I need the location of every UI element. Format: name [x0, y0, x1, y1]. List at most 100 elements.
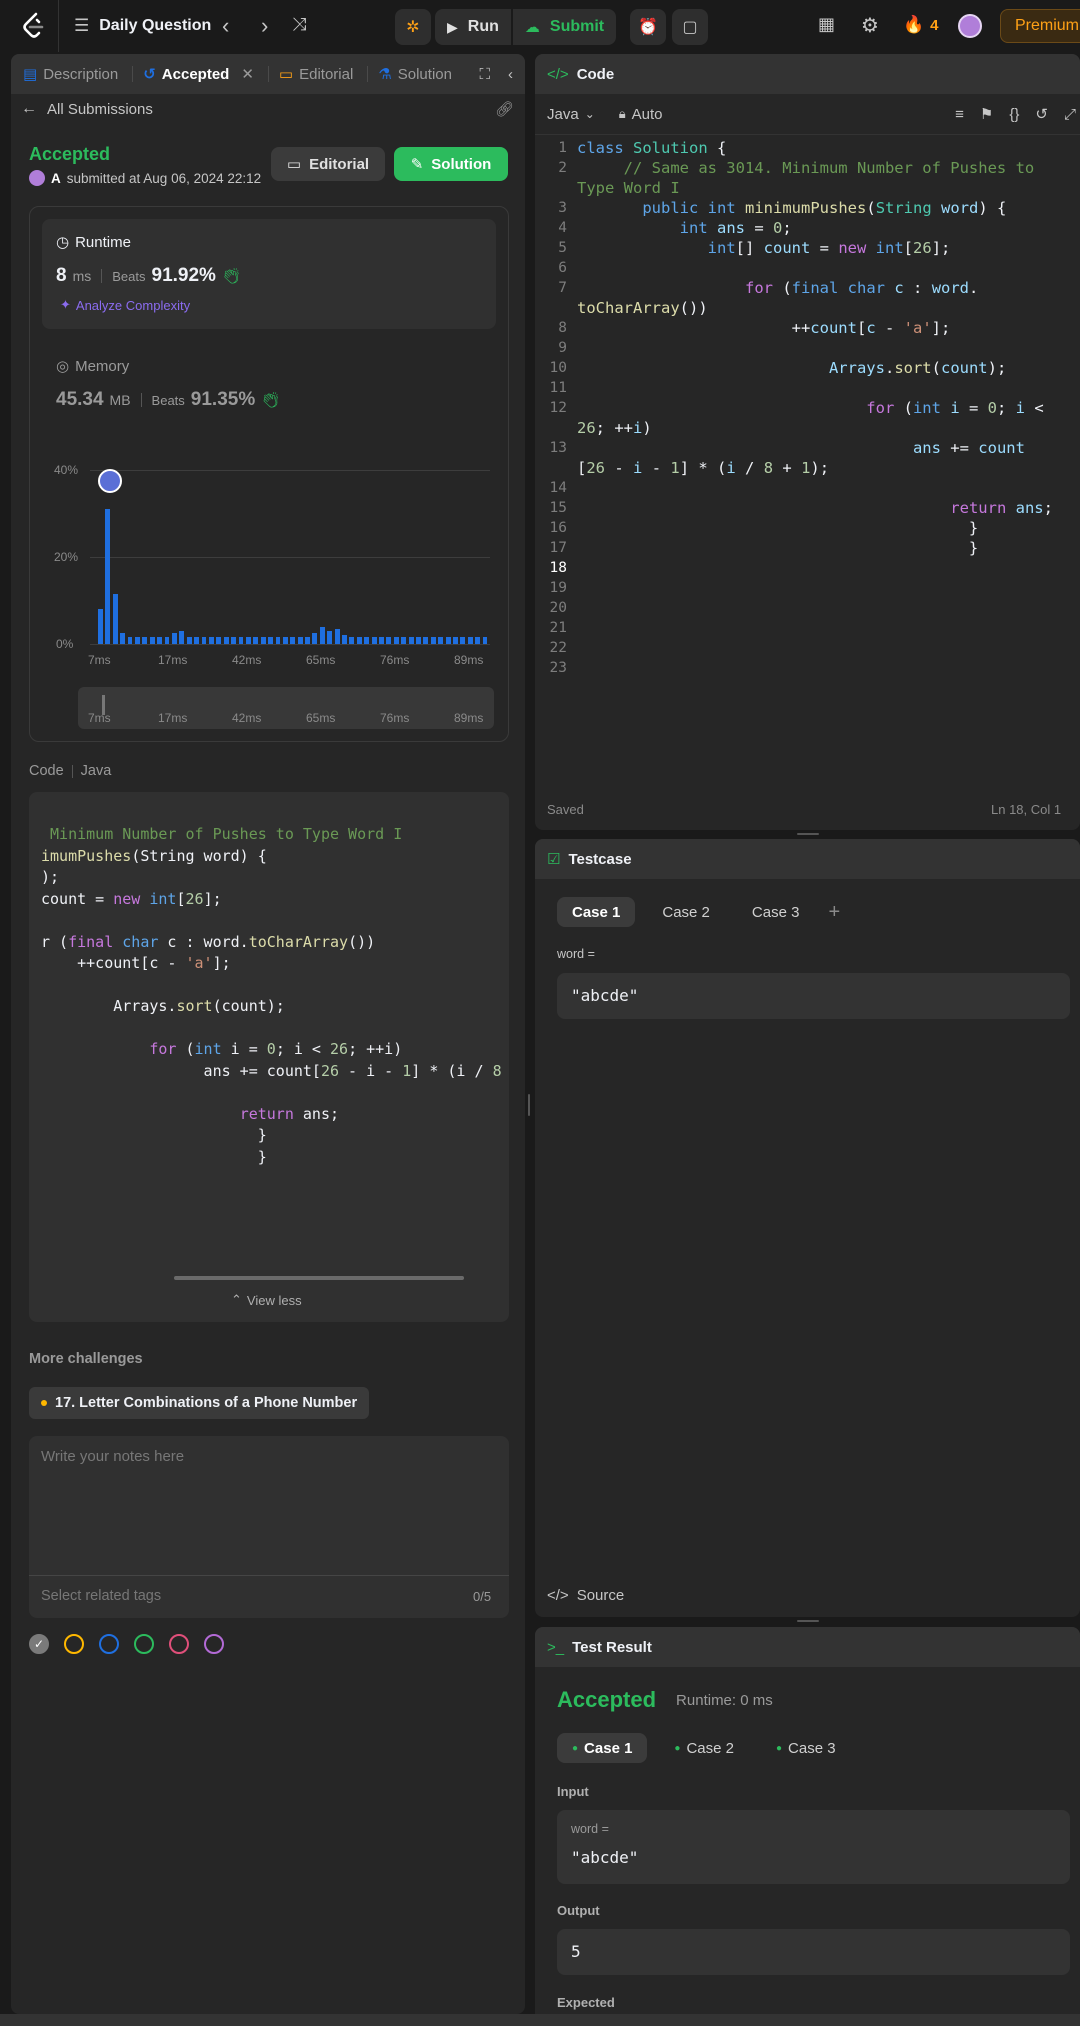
chart-bar[interactable] — [386, 637, 392, 644]
prev-problem-icon[interactable]: ‹ — [222, 13, 229, 39]
chart-bar[interactable] — [334, 628, 340, 644]
chart-bar[interactable] — [164, 637, 170, 644]
notes-input[interactable]: Write your notes here — [41, 1448, 184, 1465]
solution-button[interactable]: ✎ Solution — [394, 147, 508, 181]
collapse-icon[interactable]: ‹ — [508, 66, 513, 83]
run-button[interactable]: ▶ Run — [435, 9, 511, 45]
chart-bar[interactable] — [453, 637, 458, 644]
chart-bar[interactable] — [127, 637, 133, 644]
chart-bar[interactable] — [149, 637, 155, 644]
chart-bar[interactable] — [186, 637, 192, 644]
chart-bar[interactable] — [142, 637, 148, 644]
timer-button[interactable]: ⏰ — [630, 9, 666, 45]
chart-bar[interactable] — [319, 626, 325, 644]
chart-bar[interactable] — [408, 637, 414, 644]
tags-select[interactable]: Select related tags — [41, 1588, 161, 1604]
horizontal-resize-handle[interactable] — [797, 833, 819, 835]
color-purple[interactable] — [204, 1634, 224, 1654]
chart-bar[interactable] — [98, 609, 103, 644]
chart-bar[interactable] — [327, 630, 333, 644]
chart-bar[interactable] — [171, 633, 177, 644]
chart-bar[interactable] — [356, 637, 362, 644]
chart-bar[interactable] — [216, 637, 222, 644]
submit-button[interactable]: ☁ Submit — [513, 9, 616, 45]
maximize-icon[interactable]: ⛶ — [479, 66, 490, 83]
chart-bar[interactable] — [290, 637, 296, 644]
chart-bar[interactable] — [260, 637, 266, 644]
leetcode-logo-icon[interactable] — [20, 12, 46, 44]
chart-bar[interactable] — [475, 637, 481, 644]
user-avatar[interactable] — [29, 170, 45, 186]
tab-case-1[interactable]: Case 1 — [557, 897, 636, 927]
chart-bar[interactable] — [482, 637, 488, 644]
debug-button[interactable]: ✲ — [395, 9, 431, 45]
result-tab-case-1[interactable]: ● Case 1 — [557, 1733, 648, 1763]
your-submission-marker[interactable] — [98, 469, 122, 493]
problem-list-button[interactable]: ☰ Daily Question — [74, 16, 211, 36]
testcase-input[interactable]: "abcde" — [557, 973, 1070, 1019]
view-less-button[interactable]: ⌃ View less — [231, 1292, 302, 1308]
chart-bar[interactable] — [179, 630, 185, 644]
chart-bar[interactable] — [445, 637, 451, 644]
color-green[interactable] — [134, 1634, 154, 1654]
chart-bar[interactable] — [297, 637, 303, 644]
tab-case-2[interactable]: Case 2 — [647, 897, 725, 927]
result-tab-case-2[interactable]: ● Case 2 — [659, 1733, 749, 1763]
tab-description[interactable]: ▤ Description — [23, 65, 118, 84]
chart-bar[interactable] — [223, 637, 229, 644]
expand-icon[interactable]: ⤢ — [1064, 106, 1076, 123]
runtime-card[interactable]: ◷ Runtime 8 ms Beats 91.92% 👏︎ ✦ Analyze… — [42, 219, 496, 329]
chart-bar[interactable] — [342, 635, 347, 644]
chart-bar[interactable] — [120, 633, 126, 644]
tab-case-3[interactable]: Case 3 — [737, 897, 815, 927]
add-case-icon[interactable]: + — [828, 901, 840, 924]
avatar[interactable] — [958, 14, 982, 38]
premium-button[interactable]: Premium — [1000, 9, 1080, 43]
chart-bar[interactable] — [201, 637, 207, 644]
submitted-code-block[interactable]: Minimum Number of Pushes to Type Word I i… — [29, 792, 509, 1322]
chart-bar[interactable] — [393, 637, 399, 644]
auto-mode-toggle[interactable]: 🔒︎ Auto — [619, 106, 663, 123]
chart-bar[interactable] — [349, 637, 355, 644]
color-gray-selected[interactable]: ✓ — [29, 1634, 49, 1654]
streak-counter[interactable]: 🔥 4 — [903, 15, 939, 35]
horizontal-resize-handle[interactable] — [797, 1620, 819, 1622]
bar-area[interactable] — [98, 470, 490, 644]
language-select[interactable]: Java ⌄ — [547, 106, 595, 123]
vertical-resize-handle[interactable] — [528, 1094, 530, 1116]
chart-bar[interactable] — [245, 637, 251, 644]
code-editor[interactable]: 1 class Solution { 2 // Same as 3014. Min… — [535, 138, 1080, 678]
color-yellow[interactable] — [64, 1634, 84, 1654]
analyze-complexity-link[interactable]: ✦ Analyze Complexity — [60, 297, 190, 313]
chart-bar[interactable] — [208, 637, 214, 644]
chart-bar[interactable] — [416, 637, 421, 644]
chart-bar[interactable] — [401, 637, 407, 644]
chart-bar[interactable] — [105, 509, 111, 644]
notes-button[interactable]: ▢ — [672, 9, 708, 45]
source-link[interactable]: </> Source — [547, 1587, 624, 1604]
gear-icon[interactable]: ⚙ — [861, 13, 879, 38]
shuffle-icon[interactable]: ⤨ — [292, 14, 306, 35]
chart-bar[interactable] — [112, 593, 118, 644]
chart-bar[interactable] — [282, 637, 288, 644]
chart-bar[interactable] — [157, 637, 163, 644]
reset-icon[interactable]: ↺ — [1035, 105, 1048, 123]
chart-bar[interactable] — [238, 637, 244, 644]
chart-bar[interactable] — [253, 637, 259, 644]
bookmark-icon[interactable]: ⚑ — [980, 105, 993, 123]
chart-bar[interactable] — [423, 637, 429, 644]
user-name[interactable]: A — [51, 171, 61, 186]
color-pink[interactable] — [169, 1634, 189, 1654]
chart-bar[interactable] — [379, 637, 384, 644]
horizontal-scrollbar[interactable] — [174, 1276, 464, 1280]
chart-bar[interactable] — [305, 637, 310, 644]
chart-bar[interactable] — [194, 637, 200, 644]
link-icon[interactable]: 🔗︎ — [495, 100, 514, 118]
chart-bar[interactable] — [371, 637, 377, 644]
close-icon[interactable]: ✕ — [241, 65, 254, 83]
challenge-item[interactable]: 17. Letter Combinations of a Phone Numbe… — [29, 1387, 370, 1419]
chart-bar[interactable] — [134, 637, 140, 644]
next-problem-icon[interactable]: › — [261, 13, 268, 39]
chart-bar[interactable] — [231, 637, 237, 644]
tab-accepted[interactable]: ↺ Accepted ✕ — [143, 65, 254, 84]
